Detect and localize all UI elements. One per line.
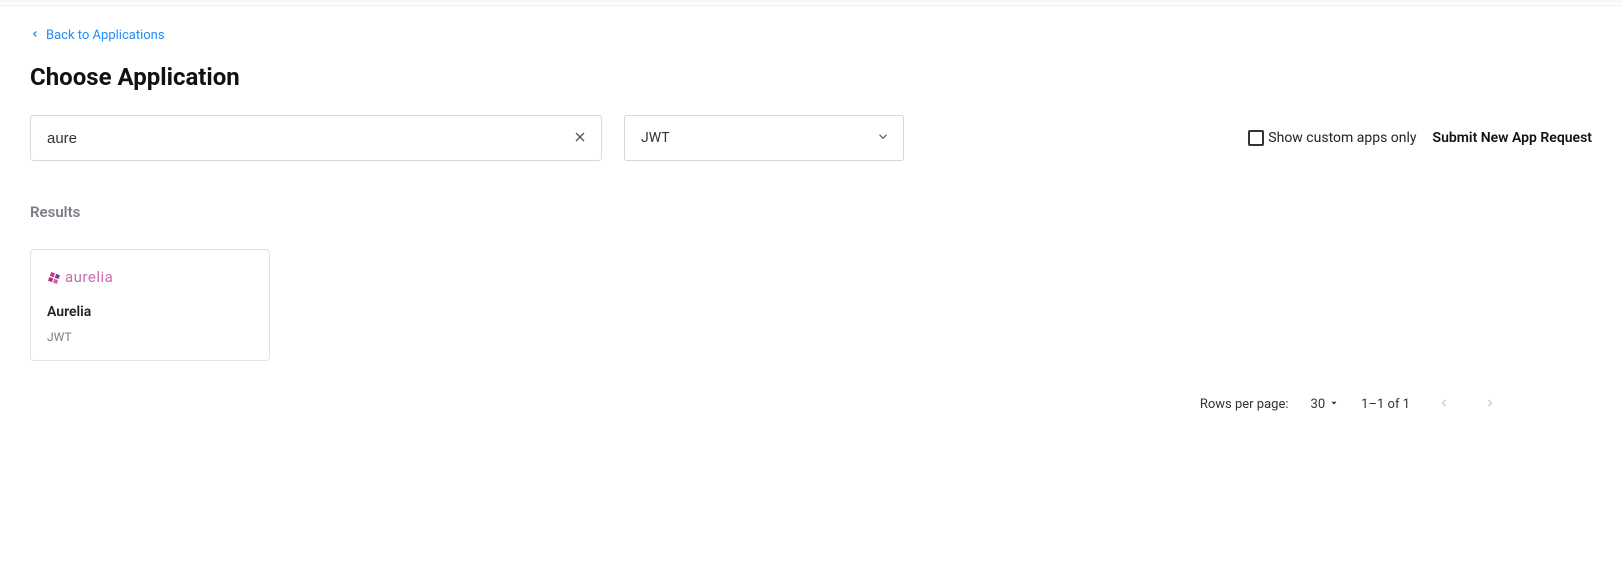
controls-row: JWT Show custom apps only Submit New App… xyxy=(30,115,1592,161)
page-container: Back to Applications Choose Application … xyxy=(0,6,1622,361)
auth-type-selected-value: JWT xyxy=(641,130,670,146)
auth-type-select[interactable]: JWT xyxy=(624,115,904,161)
pagination-range: 1–1 of 1 xyxy=(1361,397,1410,412)
clear-search-button[interactable] xyxy=(568,126,592,150)
chevron-left-icon xyxy=(30,28,40,43)
auth-type-select-wrap: JWT xyxy=(624,115,904,161)
submit-new-app-request-link[interactable]: Submit New App Request xyxy=(1433,130,1592,146)
pagination-next-button[interactable] xyxy=(1478,392,1502,416)
application-logo-text: aurelia xyxy=(65,268,113,286)
application-logo: aurelia xyxy=(47,268,253,286)
caret-down-icon xyxy=(1329,397,1339,412)
chevron-right-icon xyxy=(1484,397,1496,412)
back-to-applications-link[interactable]: Back to Applications xyxy=(30,28,165,43)
application-card-subtitle: JWT xyxy=(47,330,253,344)
pagination-bar: Rows per page: 30 1–1 of 1 xyxy=(1200,392,1502,416)
search-field-wrap xyxy=(30,115,602,161)
pagination-prev-button[interactable] xyxy=(1432,392,1456,416)
rows-per-page-label: Rows per page: xyxy=(1200,397,1289,412)
checkbox-box-icon xyxy=(1248,130,1264,146)
application-card-aurelia[interactable]: aurelia Aurelia JWT xyxy=(30,249,270,361)
page-title: Choose Application xyxy=(30,63,1592,91)
application-card-title: Aurelia xyxy=(47,304,253,320)
show-custom-apps-checkbox[interactable]: Show custom apps only xyxy=(1248,130,1416,146)
right-controls: Show custom apps only Submit New App Req… xyxy=(1248,130,1592,146)
checkbox-label: Show custom apps only xyxy=(1268,130,1416,146)
close-icon xyxy=(572,129,588,148)
rows-per-page-value: 30 xyxy=(1311,397,1326,412)
rows-per-page-select[interactable]: 30 xyxy=(1311,397,1340,412)
search-input[interactable] xyxy=(30,115,602,161)
aurelia-logo-icon xyxy=(47,270,61,284)
chevron-left-icon xyxy=(1438,397,1450,412)
results-heading: Results xyxy=(30,203,1592,221)
back-link-label: Back to Applications xyxy=(46,28,165,43)
